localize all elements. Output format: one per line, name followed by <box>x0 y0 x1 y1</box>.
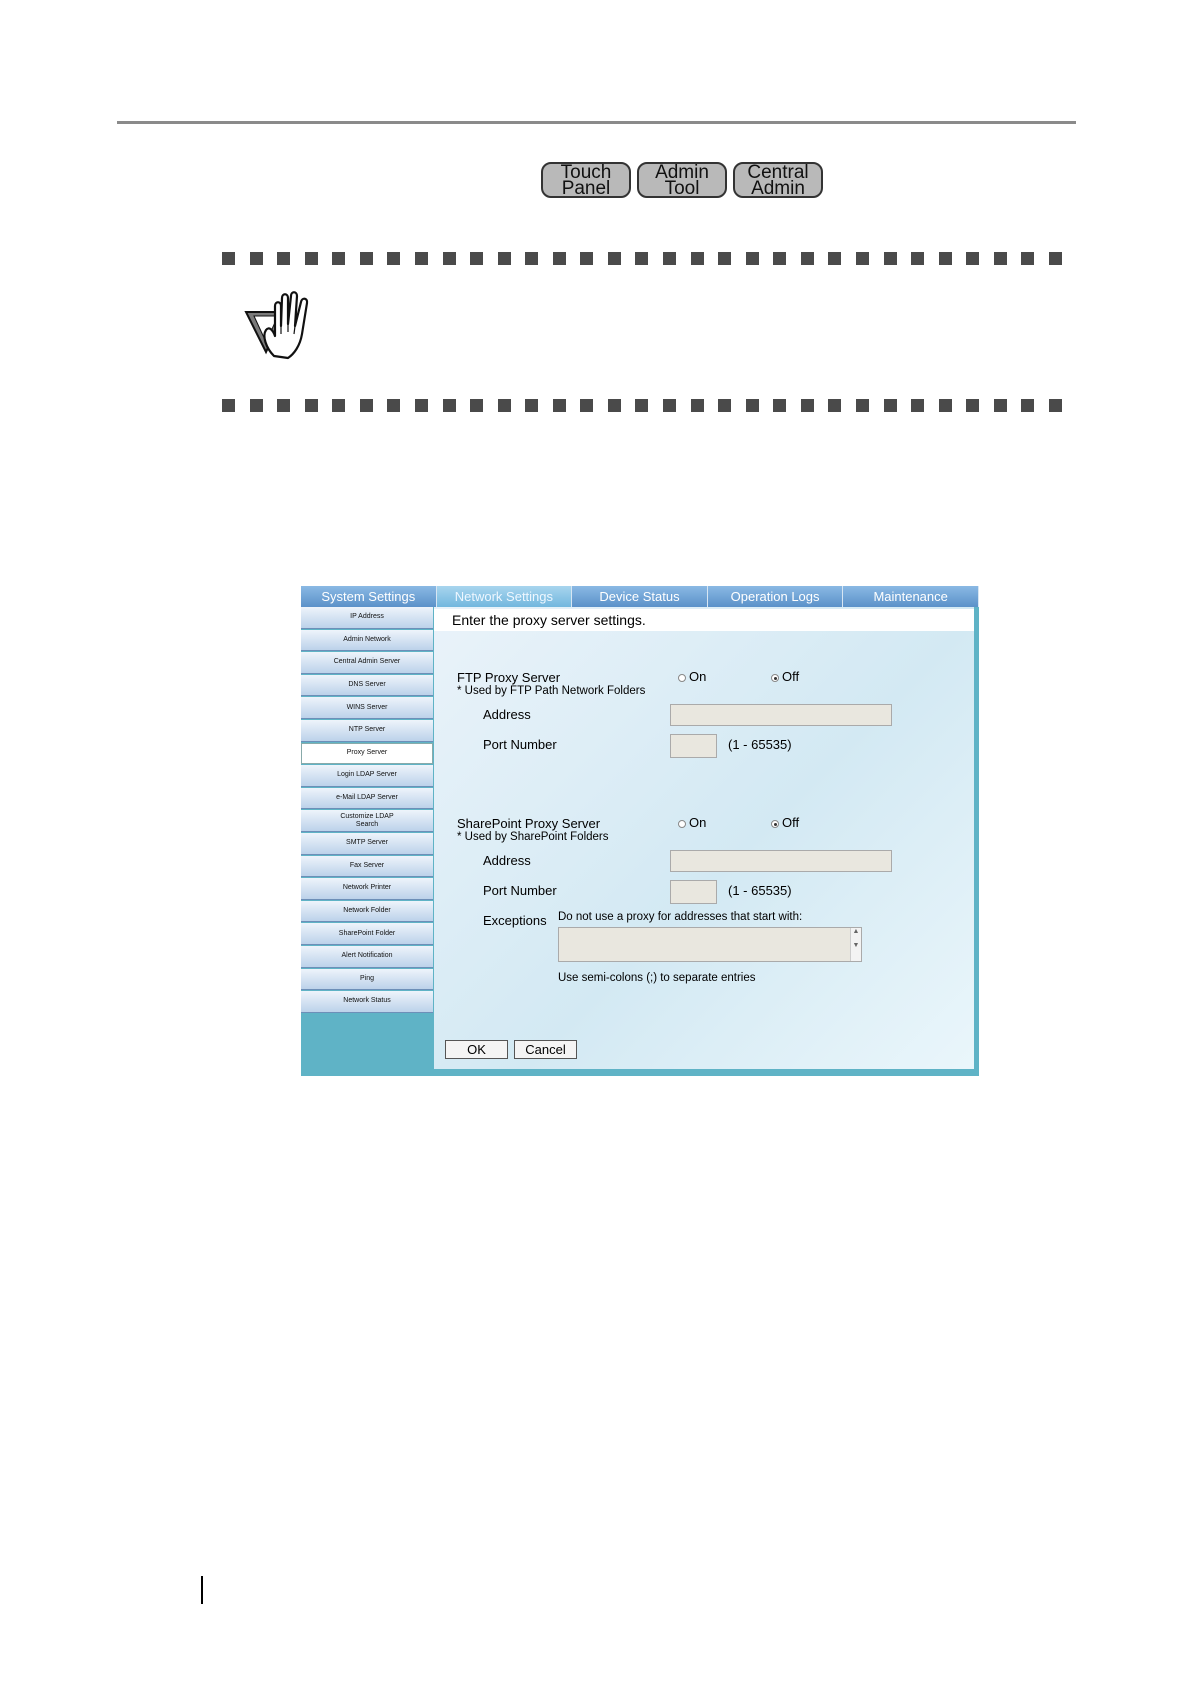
ftp-proxy-off-radio[interactable] <box>771 674 779 682</box>
page-title: Enter the proxy server settings. <box>434 609 974 631</box>
top-rule <box>117 121 1076 124</box>
sidebar-item-dns-server[interactable]: DNS Server <box>301 674 433 697</box>
ftp-proxy-note: * Used by FTP Path Network Folders <box>457 685 646 697</box>
sharepoint-proxy-off-radio[interactable] <box>771 820 779 828</box>
sidebar-item-ip-address[interactable]: IP Address <box>301 607 433 629</box>
sidebar-item-proxy-server[interactable]: Proxy Server <box>301 742 433 765</box>
sidebar-item-sharepoint-folder[interactable]: SharePoint Folder <box>301 923 433 945</box>
ftp-port-label: Port Number <box>483 737 557 752</box>
sidebar-item-smtp-server[interactable]: SMTP Server <box>301 832 433 855</box>
touch-panel-badge: Touch Panel <box>541 162 631 198</box>
sidebar-item-wins-server[interactable]: WINS Server <box>301 697 433 719</box>
exceptions-note: Use semi-colons (;) to separate entries <box>558 972 756 984</box>
sharepoint-address-input[interactable] <box>670 850 892 872</box>
ftp-port-input[interactable] <box>670 734 717 758</box>
ftp-proxy-on-label: On <box>689 669 707 684</box>
sidebar-item-network-printer[interactable]: Network Printer <box>301 878 433 900</box>
attention-hand-icon <box>244 291 309 360</box>
sharepoint-address-label: Address <box>483 853 531 868</box>
central-admin-badge: Central Admin <box>733 162 823 198</box>
sidebar-item-ntp-server[interactable]: NTP Server <box>301 719 433 742</box>
sharepoint-port-input[interactable] <box>670 880 717 904</box>
attention-bottom-border <box>222 399 1062 413</box>
sidebar-item-email-ldap-server[interactable]: e-Mail LDAP Server <box>301 787 433 810</box>
main-tabs: System Settings Network Settings Device … <box>301 586 979 607</box>
badge-line: Admin <box>751 178 805 199</box>
ftp-address-label: Address <box>483 707 531 722</box>
sharepoint-proxy-title: SharePoint Proxy Server <box>457 816 601 831</box>
sidebar: IP Address Admin Network Central Admin S… <box>301 607 433 1014</box>
page-margin-mark <box>201 1576 203 1604</box>
sharepoint-port-label: Port Number <box>483 883 557 898</box>
badge-line: Panel <box>561 178 611 199</box>
tab-device-status[interactable]: Device Status <box>572 586 708 607</box>
ftp-proxy-on-radio[interactable] <box>678 674 686 682</box>
sidebar-item-ping[interactable]: Ping <box>301 968 433 991</box>
ftp-proxy-off-label: Off <box>782 669 800 684</box>
sidebar-item-network-status[interactable]: Network Status <box>301 991 433 1013</box>
sharepoint-proxy-on-radio[interactable] <box>678 820 686 828</box>
sidebar-item-admin-network[interactable]: Admin Network <box>301 629 433 652</box>
attention-top-border <box>222 252 1062 266</box>
badge-line: Tool <box>664 178 700 199</box>
sidebar-item-alert-notification[interactable]: Alert Notification <box>301 945 433 968</box>
tab-system-settings[interactable]: System Settings <box>301 586 437 607</box>
sidebar-item-network-folder[interactable]: Network Folder <box>301 900 433 923</box>
admin-tool-badge: Admin Tool <box>637 162 727 198</box>
proxy-settings-panel: Enter the proxy server settings. FTP Pro… <box>434 607 974 1069</box>
admin-tool-window: System Settings Network Settings Device … <box>301 586 979 1076</box>
sharepoint-port-range: (1 - 65535) <box>728 883 792 898</box>
exceptions-scrollbar[interactable]: ▲ ▼ <box>850 928 861 961</box>
ok-button[interactable]: OK <box>445 1040 508 1059</box>
ftp-proxy-title: FTP Proxy Server <box>457 670 561 685</box>
ftp-port-range: (1 - 65535) <box>728 737 792 752</box>
cancel-button[interactable]: Cancel <box>514 1040 577 1059</box>
tab-maintenance[interactable]: Maintenance <box>843 586 979 607</box>
exceptions-hint: Do not use a proxy for addresses that st… <box>558 911 803 923</box>
sharepoint-proxy-on-label: On <box>689 815 707 830</box>
exceptions-label: Exceptions <box>483 913 547 928</box>
tab-operation-logs[interactable]: Operation Logs <box>707 586 844 607</box>
sidebar-item-customize-ldap-search[interactable]: Customize LDAP Search <box>301 810 433 832</box>
exceptions-textarea[interactable]: ▲ ▼ <box>558 927 862 962</box>
sidebar-item-login-ldap-server[interactable]: Login LDAP Server <box>301 765 433 787</box>
sidebar-item-central-admin-server[interactable]: Central Admin Server <box>301 652 433 674</box>
ftp-address-input[interactable] <box>670 704 892 726</box>
tab-network-settings[interactable]: Network Settings <box>436 586 573 607</box>
sidebar-item-fax-server[interactable]: Fax Server <box>301 855 433 878</box>
sharepoint-proxy-off-label: Off <box>782 815 800 830</box>
sharepoint-proxy-note: * Used by SharePoint Folders <box>457 831 609 843</box>
